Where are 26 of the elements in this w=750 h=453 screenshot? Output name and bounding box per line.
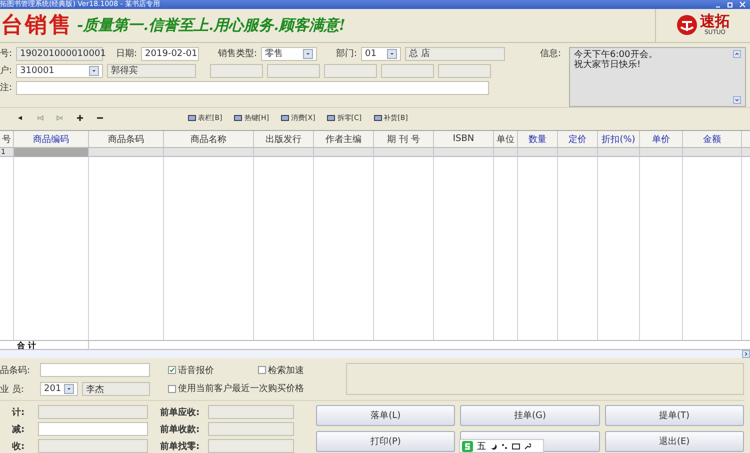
total-label: 减: xyxy=(11,423,26,436)
sale-type-label: 销售类型: xyxy=(217,48,258,60)
previous-order-label: 前单收款: xyxy=(160,424,201,436)
clerk-name-field: 李杰 xyxy=(82,382,150,396)
info-label: 信息: xyxy=(540,48,562,61)
previous-order-label: 前单找零: xyxy=(160,440,201,453)
note-label: 注: xyxy=(0,82,12,94)
customer-name-field: 郭得宾 xyxy=(107,64,196,78)
checkbox-label: 语音报价 xyxy=(178,364,214,377)
info-line: 祝大家节日快乐! xyxy=(574,60,642,70)
previous-order-label: 前单应收: xyxy=(160,406,201,419)
total-label: 收: xyxy=(11,440,26,453)
barcode-label: 品条码: xyxy=(0,364,32,376)
total-label: 计: xyxy=(10,406,26,419)
date-label: 日期: xyxy=(115,48,138,60)
logo-name: 速拓 xyxy=(700,14,730,30)
slogan: -质量第一.信誉至上.用心服务.顾客满意! xyxy=(77,16,346,35)
checkbox-label: 检索加速 xyxy=(268,364,304,377)
module-heading: 台销售 xyxy=(1,11,73,40)
customer-label: 户: xyxy=(0,64,12,78)
clerk-label: 业 员: xyxy=(0,384,25,396)
order-number-label: 号: xyxy=(0,48,12,60)
department-label: 部门: xyxy=(335,48,358,60)
checkbox-label: 使用当前客户最近一次购买价格 xyxy=(178,382,304,396)
department-name-field: 总 店 xyxy=(405,46,506,61)
info-line: 今天下午6:00开会。 xyxy=(574,50,658,60)
